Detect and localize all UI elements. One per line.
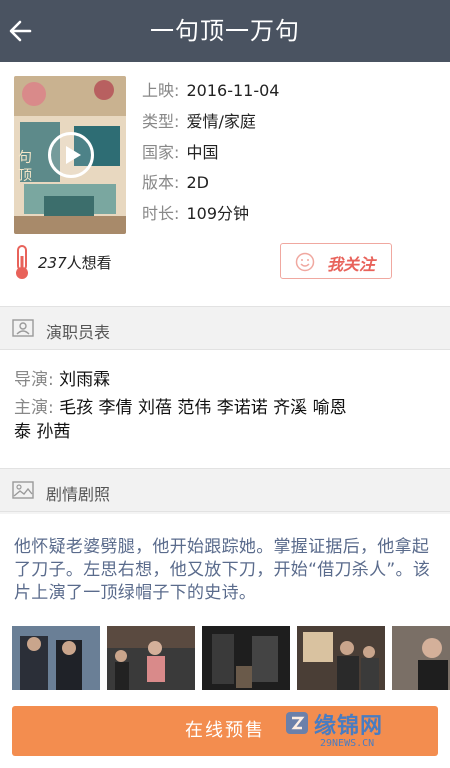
meta-key: 上映 xyxy=(142,81,175,100)
follow-button[interactable]: 我关注 xyxy=(280,243,392,279)
meta-key: 类型 xyxy=(142,112,175,131)
synopsis-text: 他怀疑老婆劈腿，他开始跟踪她。掌握证据后，他拿起了刀子。左思右想，他又放下刀，开… xyxy=(14,537,431,603)
still-thumbnail[interactable] xyxy=(297,626,385,690)
play-trailer-button[interactable] xyxy=(48,132,94,178)
follow-label: 我关注 xyxy=(327,255,376,274)
movie-poster[interactable]: 句 顶 xyxy=(14,76,126,234)
meta-key: 时长 xyxy=(142,204,175,223)
actors-key: 主演 xyxy=(14,398,48,418)
meta-value: 爱情/家庭 xyxy=(186,112,256,131)
image-icon xyxy=(12,481,34,499)
director-row: 导演: 刘雨霖 xyxy=(14,370,111,390)
meta-key: 版本 xyxy=(142,173,175,192)
actors-row-continued: 泰 孙茜 xyxy=(14,420,70,444)
want-count-text: 237人想看 xyxy=(38,252,112,273)
meta-genre: 类型: 爱情/家庭 xyxy=(142,112,256,131)
meta-value: 中国 xyxy=(186,143,219,162)
movie-info-card: 句 顶 上映: 2016-11-04 类型: 爱情/家庭 国家: 中国 版本: … xyxy=(0,62,450,306)
still-thumbnail[interactable] xyxy=(12,626,100,690)
svg-text:句: 句 xyxy=(18,150,32,166)
meta-value: 2016-11-04 xyxy=(186,81,280,100)
meta-key: 国家 xyxy=(142,143,175,162)
svg-text:顶: 顶 xyxy=(18,168,32,184)
still-thumbnail[interactable] xyxy=(392,626,450,690)
section-title: 演职员表 xyxy=(46,323,111,342)
want-count: 237 xyxy=(38,254,67,272)
section-title: 剧情剧照 xyxy=(46,485,111,504)
plot-panel: 他怀疑老婆劈腿，他开始跟踪她。掌握证据后，他拿起了刀子。左思右想，他又放下刀，开… xyxy=(0,514,450,768)
meta-release: 上映: 2016-11-04 xyxy=(142,81,280,100)
director-key: 导演 xyxy=(14,370,48,390)
page-title: 一句顶一万句 xyxy=(150,17,300,45)
id-card-icon xyxy=(12,319,34,337)
cast-section-header: 演职员表 xyxy=(0,306,450,350)
want-label: 人想看 xyxy=(66,254,112,272)
header-bar: 一句顶一万句 xyxy=(0,0,450,62)
presale-label: 在线预售 xyxy=(185,720,265,741)
play-icon xyxy=(66,146,81,164)
meta-value: 2D xyxy=(186,173,210,192)
thermometer-icon xyxy=(16,245,28,279)
actors-names: 毛孩 李倩 刘蓓 范伟 李诺诺 齐溪 喻恩 xyxy=(59,398,347,418)
smile-icon xyxy=(295,252,315,272)
presale-button[interactable]: 在线预售 xyxy=(12,706,438,756)
still-thumbnail[interactable] xyxy=(202,626,290,690)
stills-strip[interactable] xyxy=(12,626,450,690)
meta-version: 版本: 2D xyxy=(142,173,210,192)
meta-duration: 时长: 109分钟 xyxy=(142,204,250,223)
actors-row: 主演: 毛孩 李倩 刘蓓 范伟 李诺诺 齐溪 喻恩 xyxy=(14,398,347,418)
plot-section-header: 剧情剧照 xyxy=(0,468,450,512)
cast-list: 导演: 刘雨霖 主演: 毛孩 李倩 刘蓓 范伟 李诺诺 齐溪 喻恩 泰 孙茜 xyxy=(0,350,450,468)
meta-country: 国家: 中国 xyxy=(142,143,219,162)
still-thumbnail[interactable] xyxy=(107,626,195,690)
director-name: 刘雨霖 xyxy=(59,370,111,390)
actors-names-continued: 泰 孙茜 xyxy=(14,422,71,442)
meta-value: 109分钟 xyxy=(186,204,250,223)
